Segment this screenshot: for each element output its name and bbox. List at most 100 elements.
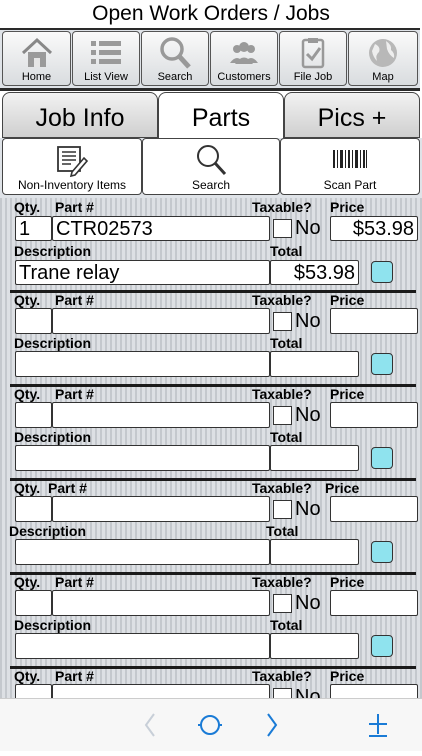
page-title: Open Work Orders / Jobs (92, 2, 330, 25)
row-action-button[interactable] (371, 541, 393, 563)
qty-field[interactable]: 1 (15, 216, 52, 241)
description-field[interactable]: Trane relay (15, 260, 270, 285)
taxable-checkbox[interactable] (273, 312, 292, 331)
price-field[interactable] (330, 308, 418, 334)
taxable-label: Taxable? (252, 386, 312, 402)
taxable-checkbox[interactable] (273, 500, 292, 519)
forward-button[interactable] (252, 699, 292, 751)
description-label: Description (9, 523, 87, 539)
total-field[interactable] (270, 633, 359, 659)
part-row: Qty. Part # Taxable? Price No Descriptio… (0, 574, 422, 669)
tab-job-info[interactable]: Job Info (2, 92, 158, 138)
taxable-label: Taxable? (252, 199, 312, 215)
part-number-field[interactable] (52, 402, 270, 428)
description-field[interactable] (15, 445, 270, 471)
row-action-button[interactable] (371, 447, 393, 469)
tab-pics[interactable]: Pics + (284, 92, 420, 138)
price-label: Price (330, 574, 365, 590)
description-label: Description (14, 243, 92, 259)
note-pencil-icon (3, 142, 141, 178)
total-label: Total (266, 523, 299, 539)
part-number-field[interactable] (52, 684, 270, 698)
price-field[interactable] (330, 402, 418, 428)
back-button[interactable] (130, 699, 170, 751)
nav-list-view-label: List View (84, 71, 128, 83)
nav-home-button[interactable]: Home (2, 31, 71, 86)
nav-list-view-button[interactable]: List View (72, 31, 140, 86)
description-field[interactable] (15, 539, 270, 565)
taxable-label: Taxable? (252, 668, 312, 684)
part-row: Qty. Part # Taxable? Price No Descriptio… (0, 386, 422, 481)
total-label: Total (270, 335, 303, 351)
qty-field[interactable] (15, 684, 52, 698)
qty-field[interactable] (15, 590, 52, 616)
tab-parts[interactable]: Parts (158, 92, 284, 138)
plus-icon (358, 714, 398, 755)
price-field[interactable] (330, 684, 418, 698)
qty-field[interactable] (15, 308, 52, 334)
total-field[interactable] (270, 445, 359, 471)
total-label: Total (270, 243, 303, 259)
search-icon (143, 142, 279, 178)
price-field[interactable] (330, 590, 418, 616)
total-label: Total (270, 429, 303, 445)
total-field[interactable] (270, 539, 359, 565)
part-number-field[interactable] (52, 590, 270, 616)
price-field[interactable]: $53.98 (330, 216, 418, 241)
qty-field[interactable] (15, 496, 52, 522)
nav-customers-button[interactable]: Customers (210, 31, 278, 86)
globe-icon (349, 35, 417, 71)
total-field[interactable] (270, 351, 359, 377)
price-label: Price (330, 386, 365, 402)
nav-search-button[interactable]: Search (141, 31, 209, 86)
taxable-label: Taxable? (252, 292, 312, 308)
nav-file-job-label: File Job (293, 71, 333, 83)
taxable-label: Taxable? (252, 480, 312, 496)
taxable-no-label: No (295, 310, 321, 332)
nav-file-job-button[interactable]: File Job (279, 31, 347, 86)
parts-toolbar: Non-Inventory Items Search Scan Part (0, 138, 422, 201)
qty-label: Qty. (14, 386, 41, 402)
taxable-checkbox[interactable] (273, 406, 292, 425)
taxable-no-label: No (295, 592, 321, 614)
non-inventory-items-label: Non-Inventory Items (17, 178, 127, 192)
qty-label: Qty. (14, 199, 41, 215)
scan-part-button[interactable]: Scan Part (280, 138, 420, 195)
price-field[interactable] (330, 496, 418, 522)
description-label: Description (14, 335, 92, 351)
part-row: Qty. Part # Taxable? Price No Descriptio… (0, 480, 422, 575)
row-action-button[interactable] (371, 635, 393, 657)
part-row: Qty. Part # Taxable? Price No Descriptio… (0, 292, 422, 387)
part-number-field[interactable] (52, 496, 270, 522)
home-icon (3, 35, 70, 71)
part-number-label: Part # (55, 386, 94, 402)
qty-field[interactable] (15, 402, 52, 428)
tab-bar: Job Info Parts Pics + (0, 92, 422, 138)
part-number-field[interactable] (52, 308, 270, 334)
taxable-checkbox[interactable] (273, 219, 292, 238)
part-search-button[interactable]: Search (142, 138, 280, 195)
add-button[interactable] (358, 699, 398, 751)
taxable-checkbox[interactable] (273, 594, 292, 613)
total-field[interactable]: $53.98 (270, 260, 359, 285)
description-label: Description (14, 429, 92, 445)
nav-customers-label: Customers (217, 71, 271, 83)
price-label: Price (330, 199, 365, 215)
row-action-button[interactable] (371, 261, 393, 283)
qty-label: Qty. (14, 292, 41, 308)
parts-list: Qty. Part # Taxable? Price 1 CTR02573 No… (0, 198, 422, 698)
taxable-no-label: No (295, 686, 321, 698)
taxable-no-label: No (295, 217, 321, 239)
taxable-checkbox[interactable] (273, 688, 292, 698)
price-label: Price (330, 292, 365, 308)
non-inventory-items-button[interactable]: Non-Inventory Items (2, 138, 142, 195)
row-action-button[interactable] (371, 353, 393, 375)
price-label: Price (325, 480, 360, 496)
description-field[interactable] (15, 351, 270, 377)
description-field[interactable] (15, 633, 270, 659)
part-number-field[interactable]: CTR02573 (52, 216, 270, 241)
nav-map-button[interactable]: Map (348, 31, 418, 86)
taxable-no-label: No (295, 498, 321, 520)
part-search-label: Search (191, 178, 231, 192)
home-circle-button[interactable] (190, 699, 230, 751)
